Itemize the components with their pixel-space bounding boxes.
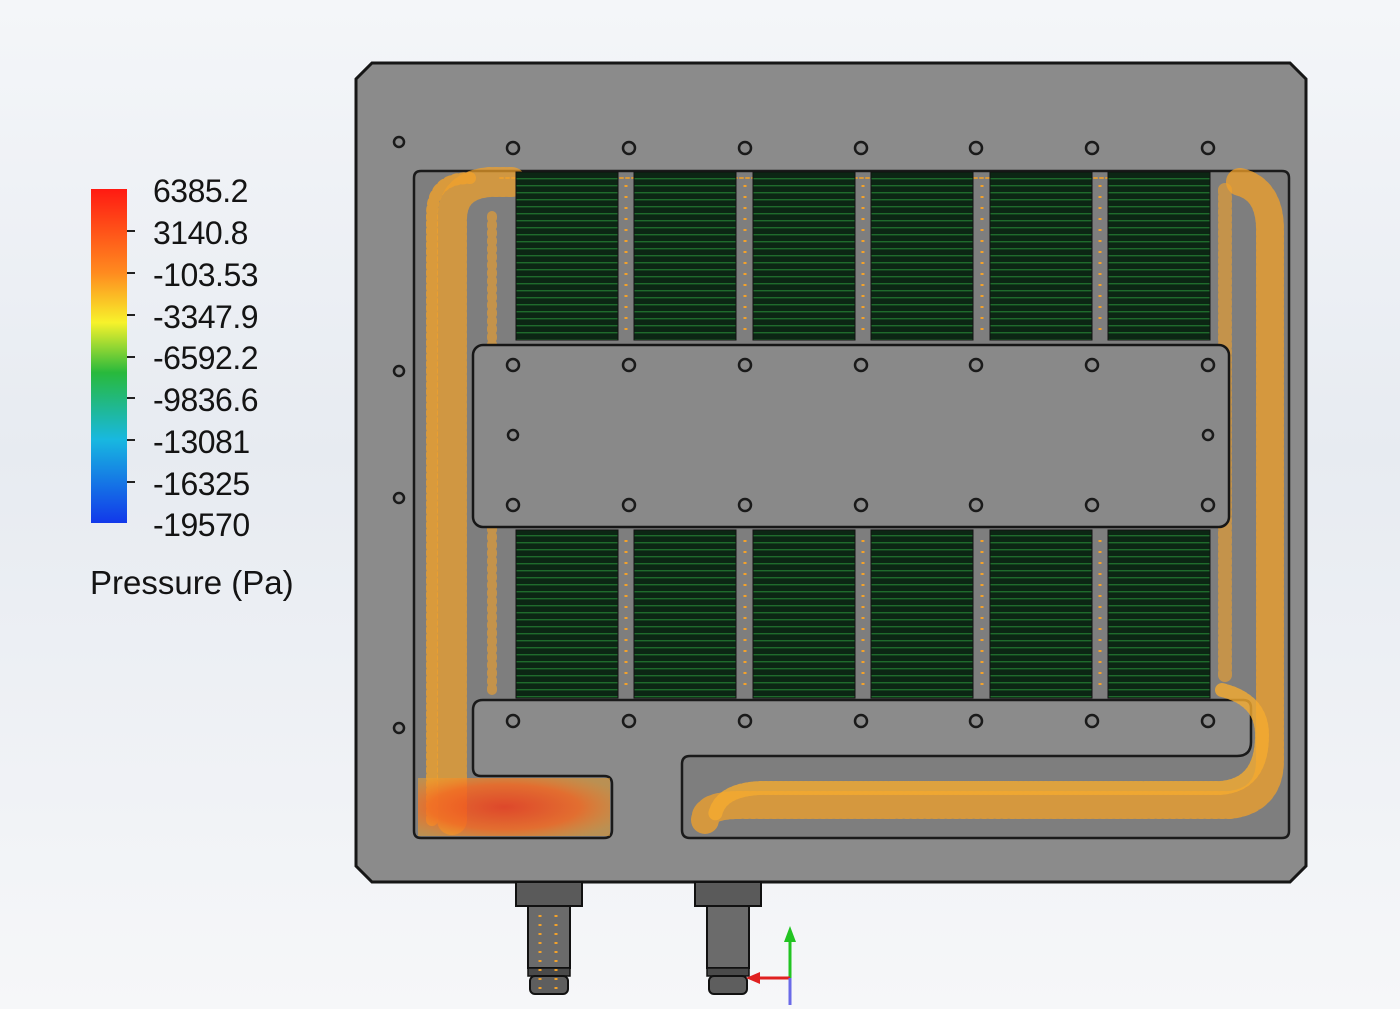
center-divider-block	[471, 343, 1231, 529]
inlet-hot-zone	[418, 778, 610, 836]
inlet-fitting	[515, 881, 583, 995]
axis-triad-icon	[746, 926, 796, 1005]
model-viewport[interactable]	[0, 0, 1400, 1009]
